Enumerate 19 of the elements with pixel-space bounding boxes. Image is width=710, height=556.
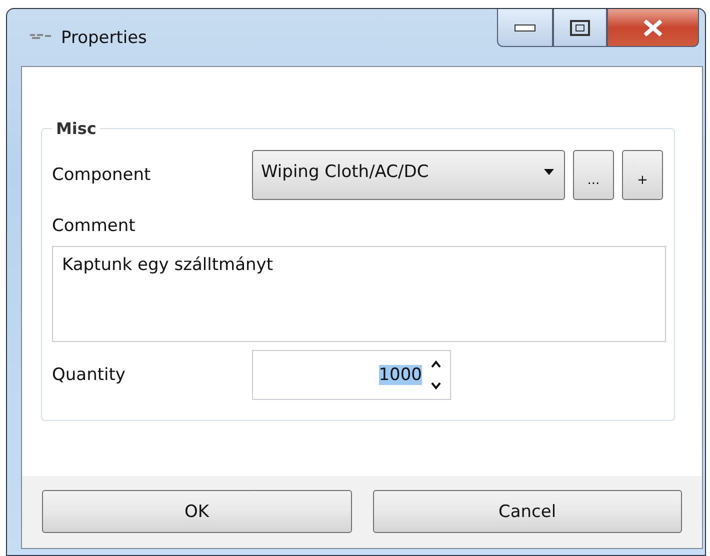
add-button[interactable]: + xyxy=(622,150,663,200)
dialog-button[interactable]: OK xyxy=(42,490,352,533)
window-title: Properties xyxy=(61,28,147,48)
dropdown-arrow-icon xyxy=(544,169,554,175)
field-label: Quantity xyxy=(52,365,126,385)
maximize-button[interactable] xyxy=(553,9,607,47)
browse-button[interactable]: ... xyxy=(573,150,614,200)
minimize-button[interactable] xyxy=(497,9,553,47)
minimize-icon xyxy=(514,24,536,32)
dialog-button[interactable]: Cancel xyxy=(372,490,682,533)
maximize-icon xyxy=(570,20,590,36)
comment-field[interactable]: Kaptunk egy szálltmányt xyxy=(52,246,666,342)
close-button[interactable] xyxy=(607,9,699,47)
field-label: Component xyxy=(52,165,152,185)
component-dropdown[interactable]: Wiping Cloth/AC/DC xyxy=(252,150,565,200)
quantity-field[interactable]: 1000 xyxy=(252,350,451,400)
close-icon xyxy=(642,18,664,36)
group-title: Misc xyxy=(55,119,98,138)
field-label: Comment xyxy=(52,216,136,236)
